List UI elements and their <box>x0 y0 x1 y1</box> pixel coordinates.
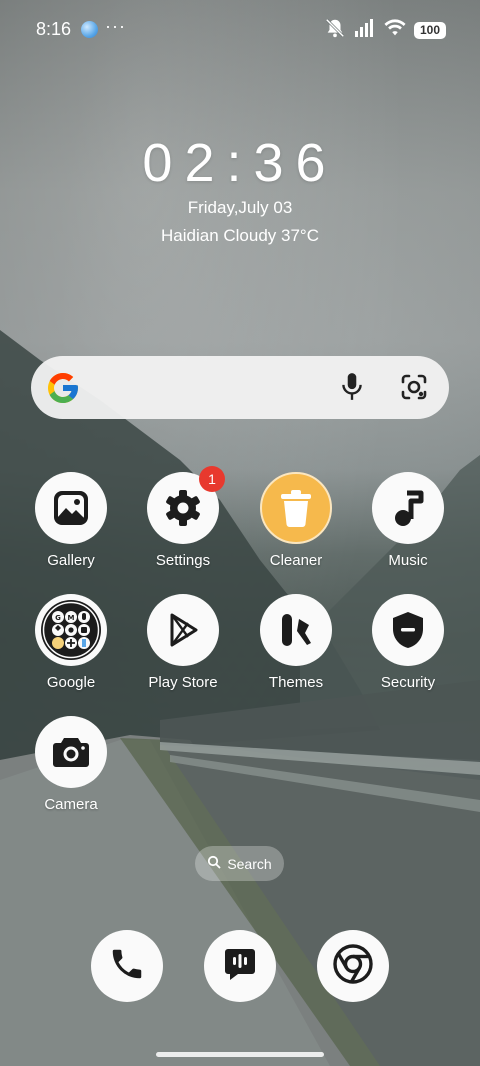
mute-bell-icon <box>324 17 346 44</box>
weather-info[interactable]: Haidian Cloudy 37°C <box>0 226 480 246</box>
settings-notification-badge: 1 <box>199 466 225 492</box>
browser-notification-icon <box>81 21 98 38</box>
themes-label: Themes <box>268 674 324 691</box>
app-search-label: Search <box>227 855 272 872</box>
app-settings[interactable]: 1 Settings <box>128 466 238 569</box>
more-notifications-icon: ··· <box>105 16 126 36</box>
home-indicator[interactable] <box>156 1052 324 1057</box>
app-search-button[interactable]: Search <box>195 846 284 881</box>
settings-label: Settings <box>155 552 211 569</box>
settings-gear-icon[interactable]: 1 <box>147 466 225 544</box>
clock-time[interactable]: 02:36 <box>0 132 480 194</box>
microphone-icon[interactable] <box>339 372 365 407</box>
google-search-widget[interactable] <box>31 356 449 419</box>
app-cleaner[interactable]: Cleaner <box>241 472 351 569</box>
svg-text:G: G <box>55 614 61 622</box>
gallery-label: Gallery <box>47 552 95 569</box>
messages-icon <box>221 945 259 988</box>
google-folder-icon[interactable]: GM <box>35 594 107 666</box>
music-note-icon[interactable] <box>372 472 444 544</box>
app-security[interactable]: Security <box>353 594 463 691</box>
app-gallery[interactable]: Gallery <box>16 472 126 569</box>
security-shield-icon[interactable] <box>372 594 444 666</box>
search-icon <box>207 855 221 872</box>
camera-icon[interactable] <box>35 716 107 788</box>
dock-messages[interactable] <box>204 930 276 1002</box>
gallery-icon[interactable] <box>35 472 107 544</box>
cellular-signal-icon <box>354 18 376 42</box>
status-icons: 100 <box>324 18 446 42</box>
battery-indicator: 100 <box>414 21 446 39</box>
themes-icon[interactable] <box>260 594 332 666</box>
google-g-icon <box>45 370 81 411</box>
camera-label: Camera <box>44 796 98 813</box>
cleaner-trash-icon[interactable] <box>260 472 332 544</box>
play-store-label: Play Store <box>148 674 218 691</box>
dock-phone[interactable] <box>91 930 163 1002</box>
phone-icon <box>108 945 146 988</box>
music-label: Music <box>388 552 428 569</box>
clock-date[interactable]: Friday,July 03 <box>0 198 480 218</box>
dock-chrome[interactable] <box>317 930 389 1002</box>
app-themes[interactable]: Themes <box>241 594 351 691</box>
svg-text:M: M <box>68 614 75 622</box>
cleaner-label: Cleaner <box>269 552 323 569</box>
wifi-icon <box>384 18 406 42</box>
play-store-icon[interactable] <box>147 594 219 666</box>
security-label: Security <box>380 674 436 691</box>
google-label: Google <box>46 674 96 691</box>
status-bar: 8:16 ··· 100 <box>0 0 480 60</box>
chrome-icon <box>332 943 374 990</box>
app-camera[interactable]: Camera <box>16 716 126 813</box>
status-time: 8:16 <box>36 19 72 39</box>
app-music[interactable]: Music <box>353 472 463 569</box>
app-play-store[interactable]: Play Store <box>128 594 238 691</box>
google-lens-icon[interactable] <box>400 373 428 406</box>
app-google-folder[interactable]: GM Google <box>16 594 126 691</box>
